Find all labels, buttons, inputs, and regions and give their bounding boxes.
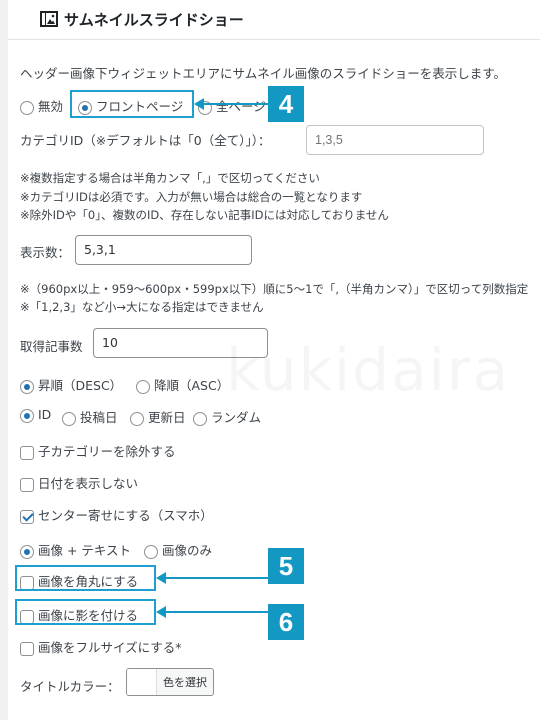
radio-order-desc-label: 昇順（DESC） — [37, 378, 123, 393]
checkbox-hide-date-label: 日付を表示しない — [37, 476, 138, 491]
watermark-text: kukidaira — [226, 336, 510, 404]
fetch-count-label: 取得記事数 — [20, 339, 83, 354]
gallery-icon — [40, 11, 58, 27]
checkbox-exclude-child[interactable]: 子カテゴリーを除外する — [20, 441, 176, 460]
radio-mode-image-only-input[interactable] — [144, 544, 158, 559]
callout-box-4 — [70, 90, 194, 118]
checkbox-center-label: センター寄せにする（スマホ） — [37, 508, 213, 523]
left-edge — [0, 0, 8, 720]
callout-line-5 — [165, 577, 269, 579]
callout-number-6: 6 — [268, 604, 304, 640]
widget-header[interactable]: サムネイルスライドショー — [8, 0, 540, 40]
radio-orderby-id-input[interactable] — [20, 408, 34, 423]
radio-disabled[interactable]: 無効 — [20, 96, 63, 115]
checkbox-fullsize-label: 画像をフルサイズにする* — [37, 640, 182, 655]
widget-title: サムネイルスライドショー — [64, 11, 244, 29]
display-note-1: ※（960px以上・959〜600px・599px以下）順に5〜1で「,（半角カ… — [20, 282, 529, 296]
callout-box-5 — [15, 565, 156, 591]
radio-orderby-modified-input[interactable] — [130, 411, 144, 426]
display-note-2: ※「1,2,3」など小→大になる指定はできません — [20, 300, 264, 314]
radio-orderby-random[interactable]: ランダム — [193, 407, 261, 426]
radio-order-asc-input[interactable] — [136, 379, 150, 394]
radio-disabled-input[interactable] — [20, 100, 34, 115]
category-note-3: ※除外IDや「0」、複数のID、存在しない記事IDには対応しておりません — [20, 208, 389, 222]
category-input[interactable] — [306, 125, 484, 155]
radio-orderby-random-input[interactable] — [193, 411, 207, 426]
category-label: カテゴリID（※デフォルトは「0（全て）」）： — [20, 133, 271, 148]
checkbox-center[interactable]: センター寄せにする（スマホ） — [20, 505, 213, 524]
checkbox-fullsize[interactable]: 画像をフルサイズにする* — [20, 637, 182, 656]
callout-number-5: 5 — [268, 548, 304, 584]
radio-orderby-date-input[interactable] — [62, 411, 76, 426]
radio-orderby-date-label: 投稿日 — [79, 410, 118, 425]
radio-order-asc-label: 降順（ASC） — [153, 378, 230, 393]
radio-orderby-modified[interactable]: 更新日 — [130, 407, 186, 426]
radio-order-desc-input[interactable] — [20, 379, 34, 394]
callout-line-4 — [203, 103, 269, 105]
widget-panel: サムネイルスライドショー ヘッダー画像下ウィジェットエリアにサムネイル画像のスラ… — [0, 0, 540, 720]
radio-order-desc[interactable]: 昇順（DESC） — [20, 375, 122, 394]
color-picker-label: 色を選択 — [163, 676, 207, 689]
checkbox-center-input[interactable] — [20, 509, 34, 524]
color-picker-button[interactable]: 色を選択 — [126, 668, 214, 696]
radio-mode-image-text-input[interactable] — [20, 544, 34, 559]
radio-mode-image-text[interactable]: 画像 + テキスト — [20, 540, 131, 559]
radio-all-pages-label: 全ページ — [215, 99, 266, 114]
radio-orderby-id[interactable]: ID — [20, 407, 51, 423]
checkbox-exclude-child-label: 子カテゴリーを除外する — [37, 444, 176, 459]
checkbox-hide-date[interactable]: 日付を表示しない — [20, 473, 138, 492]
checkbox-exclude-child-input[interactable] — [20, 445, 34, 460]
callout-number-4: 4 — [268, 86, 304, 122]
radio-mode-image-text-label: 画像 + テキスト — [37, 543, 132, 558]
color-swatch — [127, 669, 157, 695]
radio-all-pages[interactable]: 全ページ — [198, 96, 266, 115]
radio-mode-image-only[interactable]: 画像のみ — [144, 540, 212, 559]
radio-orderby-id-label: ID — [37, 407, 52, 422]
title-color-label: タイトルカラー： — [20, 679, 120, 694]
radio-orderby-modified-label: 更新日 — [147, 410, 186, 425]
widget-description: ヘッダー画像下ウィジェットエリアにサムネイル画像のスライドショーを表示します。 — [20, 66, 507, 81]
radio-disabled-label: 無効 — [37, 99, 63, 114]
checkbox-hide-date-input[interactable] — [20, 477, 34, 492]
display-count-input[interactable]: 5,3,1 — [75, 235, 252, 265]
display-count-label: 表示数： — [20, 245, 71, 260]
radio-mode-image-only-label: 画像のみ — [161, 543, 212, 558]
checkbox-fullsize-input[interactable] — [20, 641, 34, 656]
category-note-2: ※カテゴリIDは必須です。入力が無い場合は総合の一覧となります — [20, 190, 363, 204]
radio-orderby-random-label: ランダム — [210, 410, 261, 425]
callout-box-6 — [15, 599, 156, 625]
radio-order-asc[interactable]: 降順（ASC） — [136, 375, 229, 394]
category-note-1: ※複数指定する場合は半角カンマ「,」で区切ってください — [20, 171, 320, 185]
radio-orderby-date[interactable]: 投稿日 — [62, 407, 118, 426]
callout-line-6 — [165, 611, 269, 613]
